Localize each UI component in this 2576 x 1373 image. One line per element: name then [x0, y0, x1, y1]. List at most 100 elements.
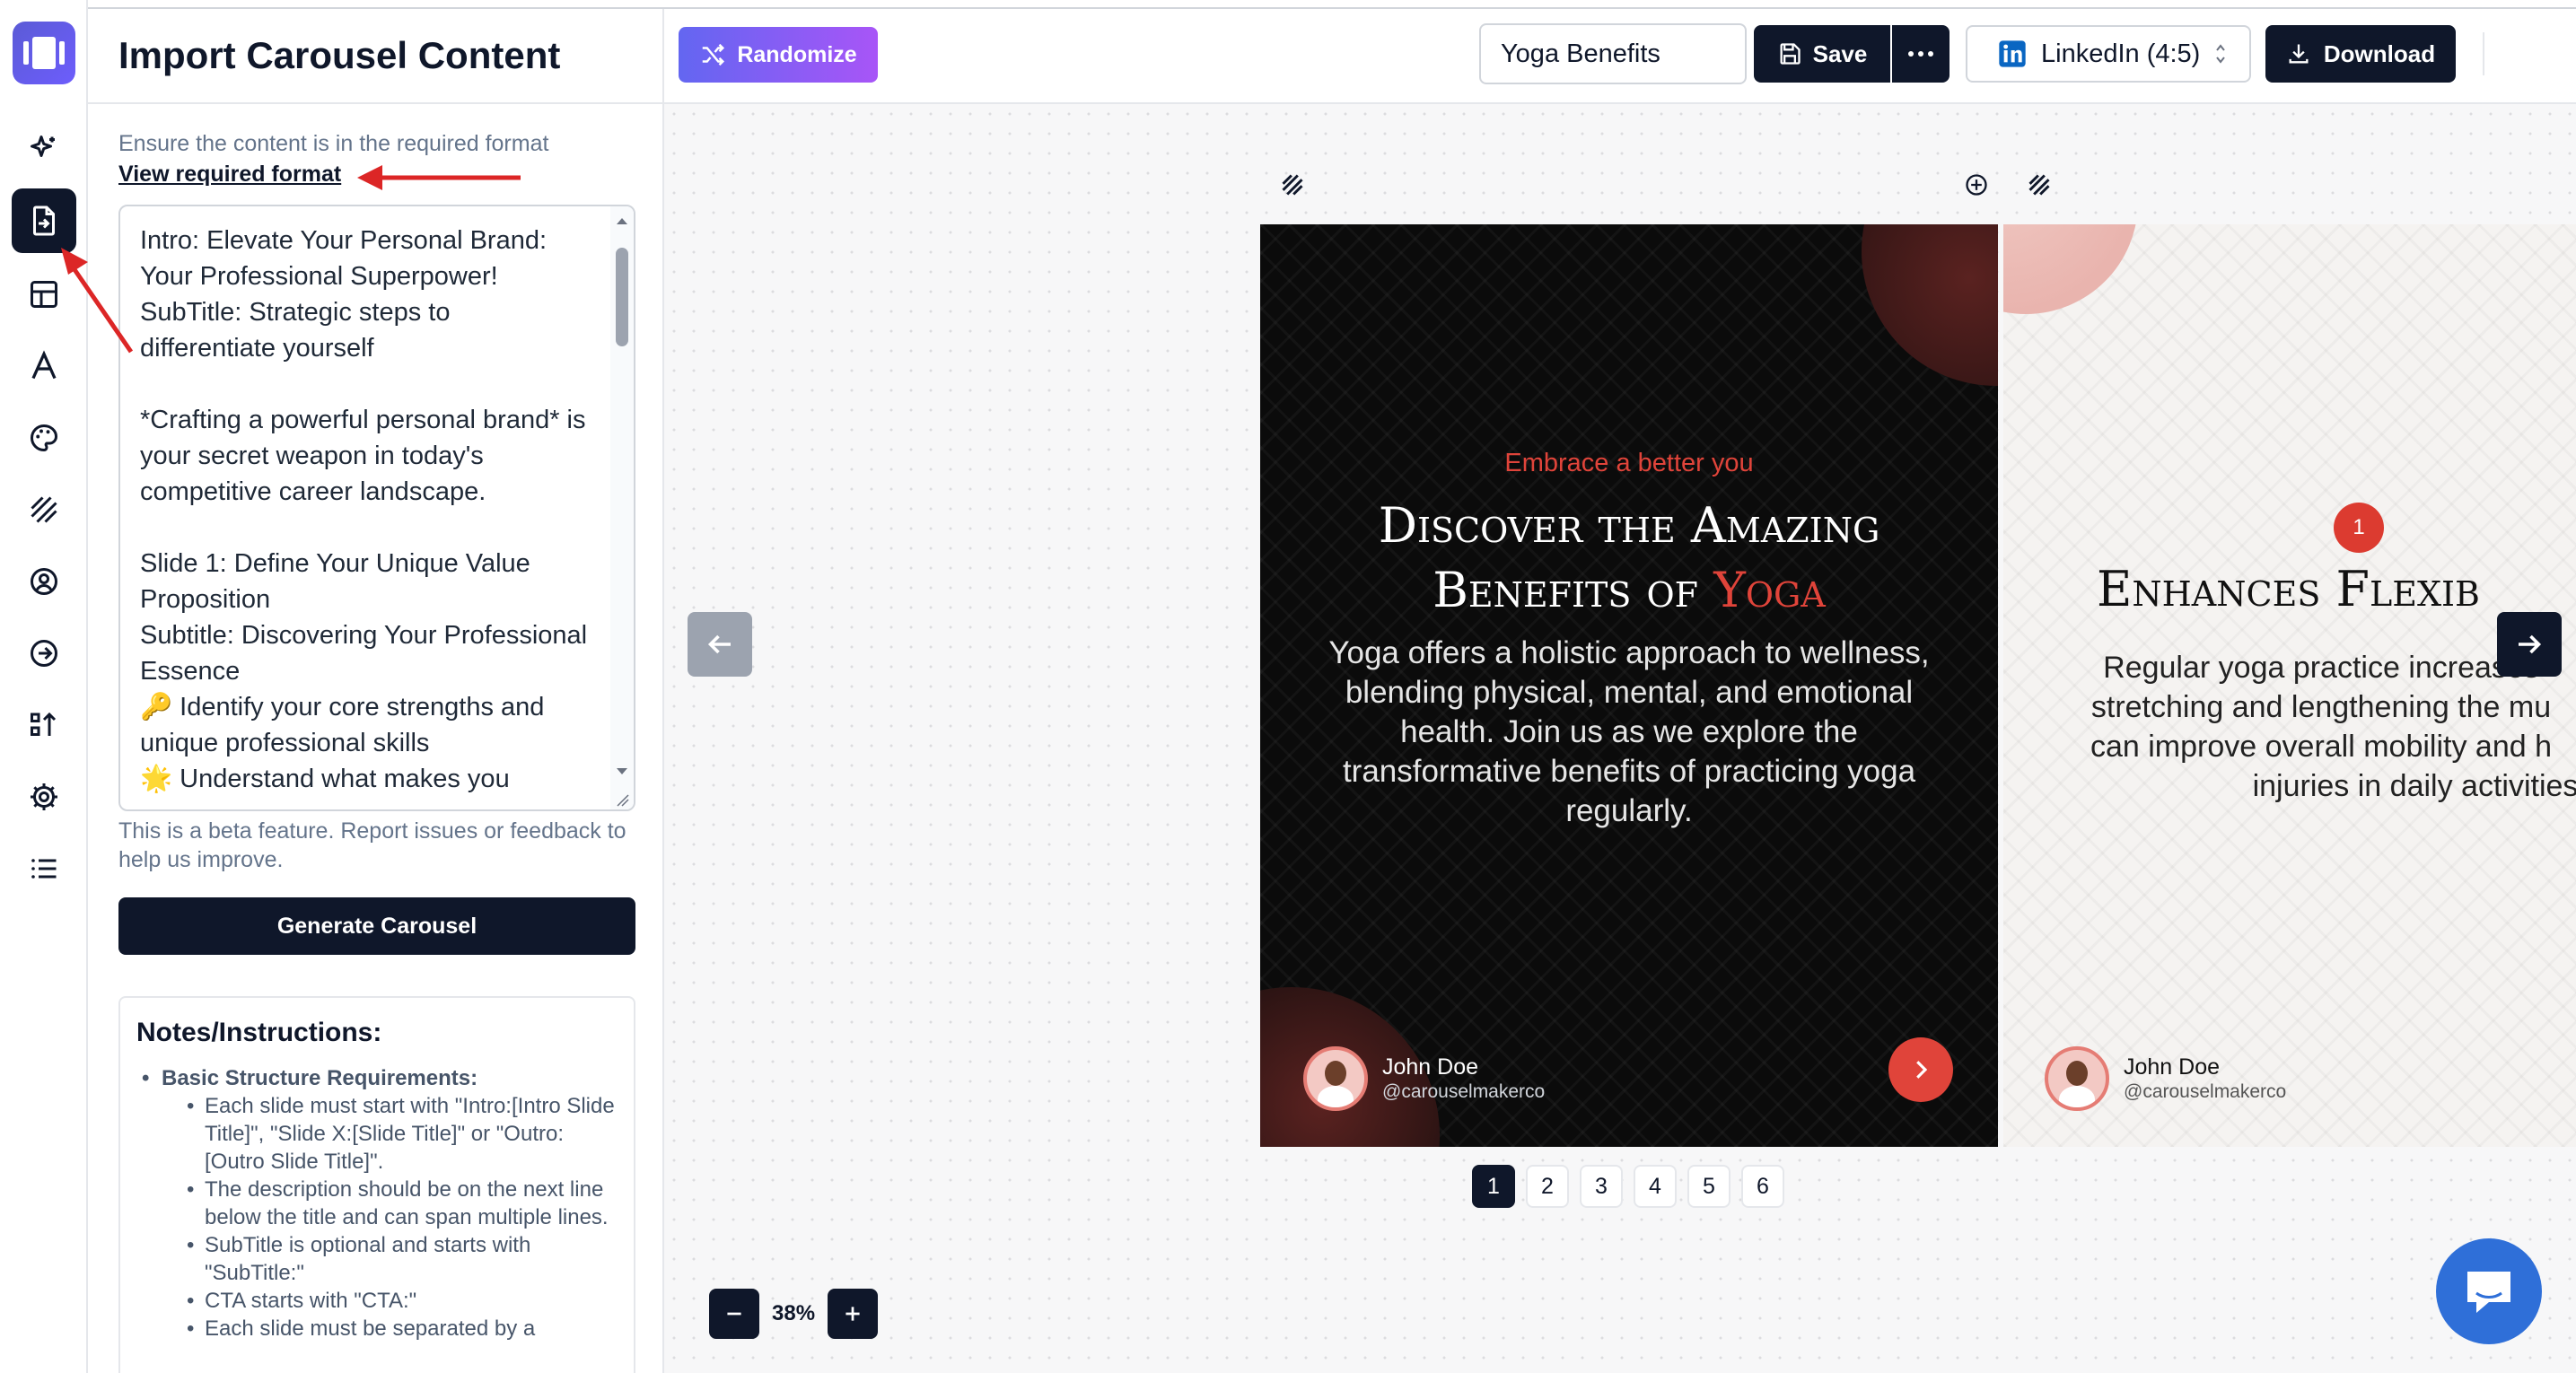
carousel-title-input[interactable]: [1479, 23, 1747, 84]
chat-support-button[interactable]: [2436, 1238, 2542, 1344]
more-options-button[interactable]: [1892, 25, 1950, 83]
sort-icon: [31, 712, 57, 736]
download-label: Download: [2323, 39, 2436, 67]
resize-handle-icon[interactable]: [612, 790, 630, 808]
slide-kicker: Embrace a better you: [1504, 449, 1754, 477]
scroll-thumb[interactable]: [616, 248, 628, 346]
avatar: [2045, 1046, 2109, 1111]
toolbar-divider: [2483, 32, 2484, 75]
scroll-up-icon[interactable]: [610, 212, 634, 230]
download-icon: [2289, 44, 2309, 64]
content-textarea[interactable]: Intro: Elevate Your Personal Brand: Your…: [118, 205, 635, 811]
plus-icon: [846, 1307, 860, 1321]
slide-description-line: can improve overall mobility and h: [2090, 730, 2553, 764]
user-circle-icon: [31, 568, 57, 595]
ai-generate-button[interactable]: [12, 117, 76, 181]
slide-title-accent: Yoga: [1713, 562, 1826, 618]
beta-note: This is a beta feature. Report issues or…: [118, 818, 626, 872]
chevron-up-down-icon: [2216, 44, 2226, 64]
platform-select[interactable]: LinkedIn (4:5): [1966, 25, 2251, 83]
previous-slide-button[interactable]: [688, 612, 752, 677]
page-button-4[interactable]: 4: [1634, 1165, 1677, 1208]
author-handle: @carouselmakerco: [1382, 1081, 1546, 1102]
colors-button[interactable]: [12, 406, 76, 470]
annotation-arrow-icon: [357, 165, 521, 190]
notes-item: SubTitle is optional and starts with "Su…: [187, 1231, 619, 1287]
zoom-in-button[interactable]: [828, 1289, 879, 1339]
floppy-disk-icon: [1780, 43, 1801, 65]
page-button-5[interactable]: 5: [1687, 1165, 1730, 1208]
view-format-link[interactable]: View required format: [118, 162, 341, 188]
list-icon: [31, 859, 57, 879]
author-block: John Doe @carouselmakerco: [2045, 1046, 2286, 1111]
notes-title: Notes/Instructions:: [136, 1018, 382, 1047]
notes-item: CTA starts with "CTA:": [187, 1287, 619, 1315]
page-button-6[interactable]: 6: [1741, 1165, 1784, 1208]
import-panel: Import Carousel Content Ensure the conte…: [88, 9, 664, 1373]
next-slide-button[interactable]: [2497, 612, 2562, 677]
panel-title: Import Carousel Content: [88, 9, 662, 104]
slide-background-pattern-icon[interactable]: [2027, 172, 2052, 197]
randomize-button[interactable]: Randomize: [679, 27, 878, 83]
minus-icon: [727, 1312, 741, 1316]
author-name: John Doe: [2124, 1054, 2221, 1080]
randomize-label: Randomize: [737, 41, 857, 67]
notes-item: Each slide must be separated by a: [187, 1315, 619, 1342]
scroll-down-icon[interactable]: [610, 763, 634, 781]
slide-intro[interactable]: Embrace a better you Discover the Amazin…: [1260, 224, 1998, 1147]
chat-bubble-icon: [2467, 1272, 2510, 1313]
decorative-circle: [1862, 224, 1998, 386]
slide-next-badge: [1888, 1037, 1953, 1102]
settings-button[interactable]: [12, 765, 76, 829]
linkedin-icon: [1999, 40, 2026, 67]
add-slide-icon[interactable]: [1964, 172, 1989, 197]
page-button-3[interactable]: 3: [1580, 1165, 1623, 1208]
slide-pagination: 1 2 3 4 5 6: [1472, 1165, 1784, 1208]
textarea-content[interactable]: Intro: Elevate Your Personal Brand: Your…: [140, 223, 589, 797]
notes-box: Notes/Instructions: Basic Structure Requ…: [118, 996, 635, 1373]
avatar: [1303, 1046, 1368, 1111]
page-button-1[interactable]: 1: [1472, 1165, 1515, 1208]
slide-description-line: stretching and lengthening the mu: [2090, 690, 2552, 724]
slide-description-line: Regular yoga practice increases: [2103, 651, 2539, 685]
zoom-out-button[interactable]: [709, 1289, 759, 1339]
download-button[interactable]: Download: [2265, 25, 2456, 83]
author-handle: @carouselmakerco: [2124, 1081, 2287, 1102]
textarea-scrollbar[interactable]: [610, 206, 634, 809]
profile-button[interactable]: [12, 549, 76, 614]
palette-icon: [31, 424, 58, 452]
slide-description-line: injuries in daily activities: [2252, 769, 2576, 803]
gear-icon: [31, 783, 57, 810]
arrow-circle-right-icon: [31, 640, 57, 667]
slide-title-line: Benefits of: [1433, 562, 1714, 618]
slide-1[interactable]: 1 Enhances Flexib Regular yoga practice …: [2003, 224, 2576, 1147]
window-top-border: [0, 0, 2576, 9]
background-pattern-button[interactable]: [12, 477, 76, 542]
file-import-icon: [33, 206, 55, 236]
notes-heading: Basic Structure Requirements:: [142, 1064, 619, 1092]
author-block: John Doe @carouselmakerco: [1303, 1046, 1545, 1111]
generate-carousel-button[interactable]: Generate Carousel: [118, 897, 635, 955]
pattern-icon: [31, 496, 57, 523]
notes-item: Each slide must start with "Intro:[Intro…: [187, 1092, 619, 1176]
decorative-circle: [2003, 224, 2138, 314]
annotation-arrow-icon: [61, 248, 134, 354]
slide-title: Enhances Flexib: [2097, 561, 2480, 617]
slide-description: Yoga offers a holistic approach to welln…: [1328, 635, 1930, 828]
slide-title: Discover the Amazing Benefits of Yoga: [1260, 494, 1998, 623]
author-name: John Doe: [1382, 1054, 1479, 1080]
slide-list-button[interactable]: [12, 836, 76, 901]
slide-title-line: Discover the Amazing: [1378, 497, 1880, 554]
arrow-right-icon: [2519, 634, 2542, 654]
slide-background-pattern-icon[interactable]: [1280, 172, 1305, 197]
sparkles-icon: [31, 136, 55, 157]
save-button[interactable]: Save: [1754, 25, 1890, 83]
arrow-left-icon: [707, 634, 731, 654]
ellipsis-icon: [1908, 51, 1933, 57]
chevron-right-icon: [1916, 1061, 1928, 1079]
carousel-logo-icon: [23, 37, 65, 69]
app-logo[interactable]: [13, 22, 75, 84]
reorder-button[interactable]: [12, 693, 76, 757]
page-button-2[interactable]: 2: [1526, 1165, 1569, 1208]
navigation-arrows-button[interactable]: [12, 621, 76, 686]
